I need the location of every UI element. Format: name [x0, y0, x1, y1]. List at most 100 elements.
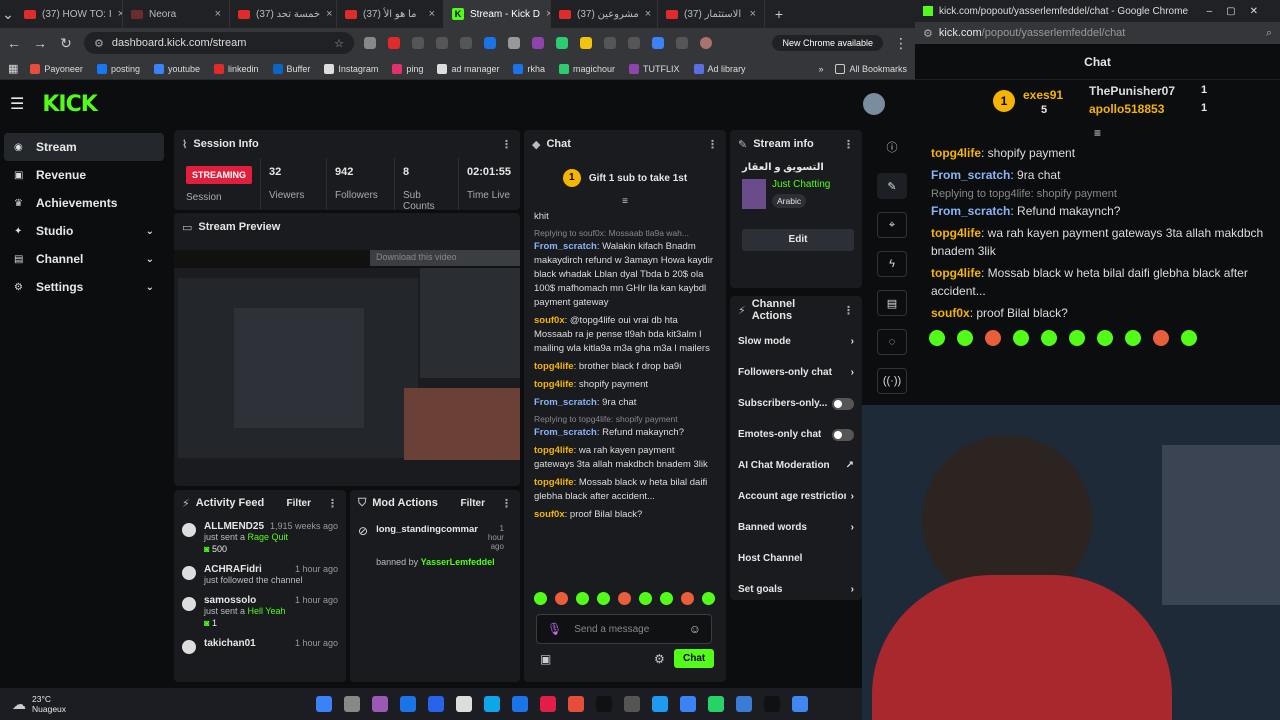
emote-icon[interactable]: [597, 592, 610, 605]
extension-icon[interactable]: [364, 37, 376, 49]
channel-action-item[interactable]: AI Chat Moderation ↗: [730, 450, 862, 481]
taskbar-app-icon[interactable]: [736, 696, 752, 712]
extension-icon[interactable]: [508, 37, 520, 49]
emote-icon[interactable]: [576, 592, 589, 605]
apps-grid-icon[interactable]: ▦: [8, 62, 18, 75]
sidebar-item-achievements[interactable]: ♛ Achievements: [4, 189, 164, 217]
leader-name[interactable]: apollo518853: [1089, 102, 1164, 116]
channel-action-item[interactable]: Slow mode ›: [730, 326, 862, 357]
browser-tab[interactable]: KStream - Kick D×: [444, 0, 551, 28]
chat-username[interactable]: souf0x: [534, 315, 565, 326]
taskbar-app-icon[interactable]: [764, 696, 780, 712]
extension-icon[interactable]: [412, 37, 424, 49]
hamburger-menu-icon[interactable]: ☰: [10, 94, 24, 114]
weather-widget[interactable]: ☁ 23°C Nuageux: [0, 694, 310, 714]
puzzle-icon[interactable]: [676, 37, 688, 49]
chat-username[interactable]: topg4life: [931, 266, 981, 280]
channel-action-item[interactable]: Account age restriction ›: [730, 481, 862, 512]
reply-context[interactable]: Replying to topg4life: shopify payment: [915, 186, 1280, 200]
taskbar-app-icon[interactable]: [708, 696, 724, 712]
channel-action-item[interactable]: Emotes-only chat: [730, 419, 862, 450]
more-options-icon[interactable]: ⋮: [327, 497, 338, 510]
reload-icon[interactable]: ↻: [58, 35, 74, 52]
extension-icon[interactable]: [580, 37, 592, 49]
activity-username[interactable]: ALLMEND25: [204, 521, 264, 532]
emote-icon[interactable]: [1013, 330, 1029, 346]
emote-icon[interactable]: [957, 330, 973, 346]
taskbar-app-icon[interactable]: [372, 696, 388, 712]
notes-icon[interactable]: ▤: [877, 290, 907, 316]
taskbar-app-icon[interactable]: [512, 696, 528, 712]
emote-icon[interactable]: [1125, 330, 1141, 346]
taskbar-app-icon[interactable]: [456, 696, 472, 712]
bookmark-item[interactable]: posting: [96, 63, 140, 74]
taskbar-app-icon[interactable]: [792, 696, 808, 712]
emote-icon[interactable]: [618, 592, 631, 605]
extension-icon[interactable]: [460, 37, 472, 49]
more-options-icon[interactable]: ⋮: [843, 304, 854, 317]
close-icon[interactable]: ×: [429, 8, 435, 20]
more-options-icon[interactable]: ⋮: [501, 138, 512, 151]
more-bookmarks-icon[interactable]: »: [818, 64, 823, 74]
channel-action-item[interactable]: Banned words ›: [730, 512, 862, 543]
windows-start-icon[interactable]: [316, 696, 332, 712]
chat-username[interactable]: From_scratch: [534, 427, 597, 438]
emote-icon[interactable]: [555, 592, 568, 605]
chat-username[interactable]: From_scratch: [534, 397, 597, 408]
stream-category[interactable]: Just Chatting: [772, 179, 830, 190]
pinned-bar-icon[interactable]: ≡: [524, 197, 726, 208]
taskbar-app-icon[interactable]: [624, 696, 640, 712]
browser-tab[interactable]: (37) مشروعين ×: [551, 0, 658, 28]
emote-icon[interactable]: [1153, 330, 1169, 346]
microphone-icon[interactable]: 🎙: [547, 622, 562, 636]
close-icon[interactable]: ×: [645, 8, 651, 20]
extension-icon[interactable]: [556, 37, 568, 49]
tab-search-icon[interactable]: ⌄: [0, 6, 16, 23]
kick-logo[interactable]: KICK: [42, 92, 97, 117]
new-chrome-available-button[interactable]: New Chrome available: [772, 35, 883, 51]
user-avatar[interactable]: [863, 93, 885, 115]
leader-name[interactable]: ThePunisher07: [1089, 84, 1175, 98]
url-input[interactable]: ⚙ dashboard.kick.com/stream ☆: [84, 32, 354, 54]
all-bookmarks-folder[interactable]: All Bookmarks: [835, 63, 907, 74]
emote-icon[interactable]: [1041, 330, 1057, 346]
chat-username[interactable]: From_scratch: [931, 204, 1010, 218]
browser-tab[interactable]: Neora ×: [123, 0, 230, 28]
more-options-icon[interactable]: ⋮: [501, 497, 512, 510]
toggle-switch[interactable]: [832, 428, 854, 441]
taskbar-app-icon[interactable]: [484, 696, 500, 712]
extension-icon[interactable]: [436, 37, 448, 49]
bookmark-item[interactable]: ping: [392, 63, 423, 74]
browser-tab[interactable]: (37) HOW TO: I×: [16, 0, 123, 28]
site-info-icon[interactable]: ⚙: [923, 27, 933, 40]
more-options-icon[interactable]: ⋮: [707, 138, 718, 151]
stream-preview-video[interactable]: Download this video: [174, 250, 520, 460]
sidebar-item-settings[interactable]: ⚙ Settings ⌄: [4, 273, 164, 301]
bookmark-star-icon[interactable]: ☆: [334, 37, 344, 50]
gift-icon[interactable]: ▣: [540, 652, 551, 666]
bookmark-item[interactable]: TUTFLIX: [629, 63, 680, 74]
bookmark-item[interactable]: Ad library: [693, 63, 746, 74]
reply-context[interactable]: Replying to topg4life: shopify payment: [524, 412, 726, 424]
channel-action-item[interactable]: Followers-only chat ›: [730, 357, 862, 388]
reply-context[interactable]: Replying to souf0x: Mossaab tla9a wah...: [524, 226, 726, 238]
chat-message-input[interactable]: 🎙 Send a message ☺: [536, 614, 712, 644]
emote-icon[interactable]: [1069, 330, 1085, 346]
banned-username[interactable]: long_standingcommar: [376, 524, 478, 551]
close-icon[interactable]: ×: [215, 8, 221, 20]
chat-icon[interactable]: ◌: [877, 329, 907, 355]
bookmark-item[interactable]: ad manager: [437, 63, 499, 74]
zoom-icon[interactable]: ⌕: [1266, 27, 1272, 40]
taskbar-app-icon[interactable]: [344, 696, 360, 712]
emoji-icon[interactable]: ☺: [689, 622, 701, 636]
chat-username[interactable]: topg4life: [931, 146, 981, 160]
activity-filter-button[interactable]: Filter: [287, 498, 311, 509]
broadcast-icon[interactable]: ((·)): [877, 368, 907, 394]
taskbar-app-icon[interactable]: [568, 696, 584, 712]
sidebar-item-revenue[interactable]: ▣ Revenue: [4, 161, 164, 189]
extension-icon[interactable]: [388, 37, 400, 49]
bookmark-item[interactable]: magichour: [559, 63, 615, 74]
pinned-bar-icon[interactable]: ≡: [915, 127, 1280, 140]
bookmark-item[interactable]: youtube: [153, 63, 200, 74]
chat-username[interactable]: topg4life: [931, 226, 981, 240]
